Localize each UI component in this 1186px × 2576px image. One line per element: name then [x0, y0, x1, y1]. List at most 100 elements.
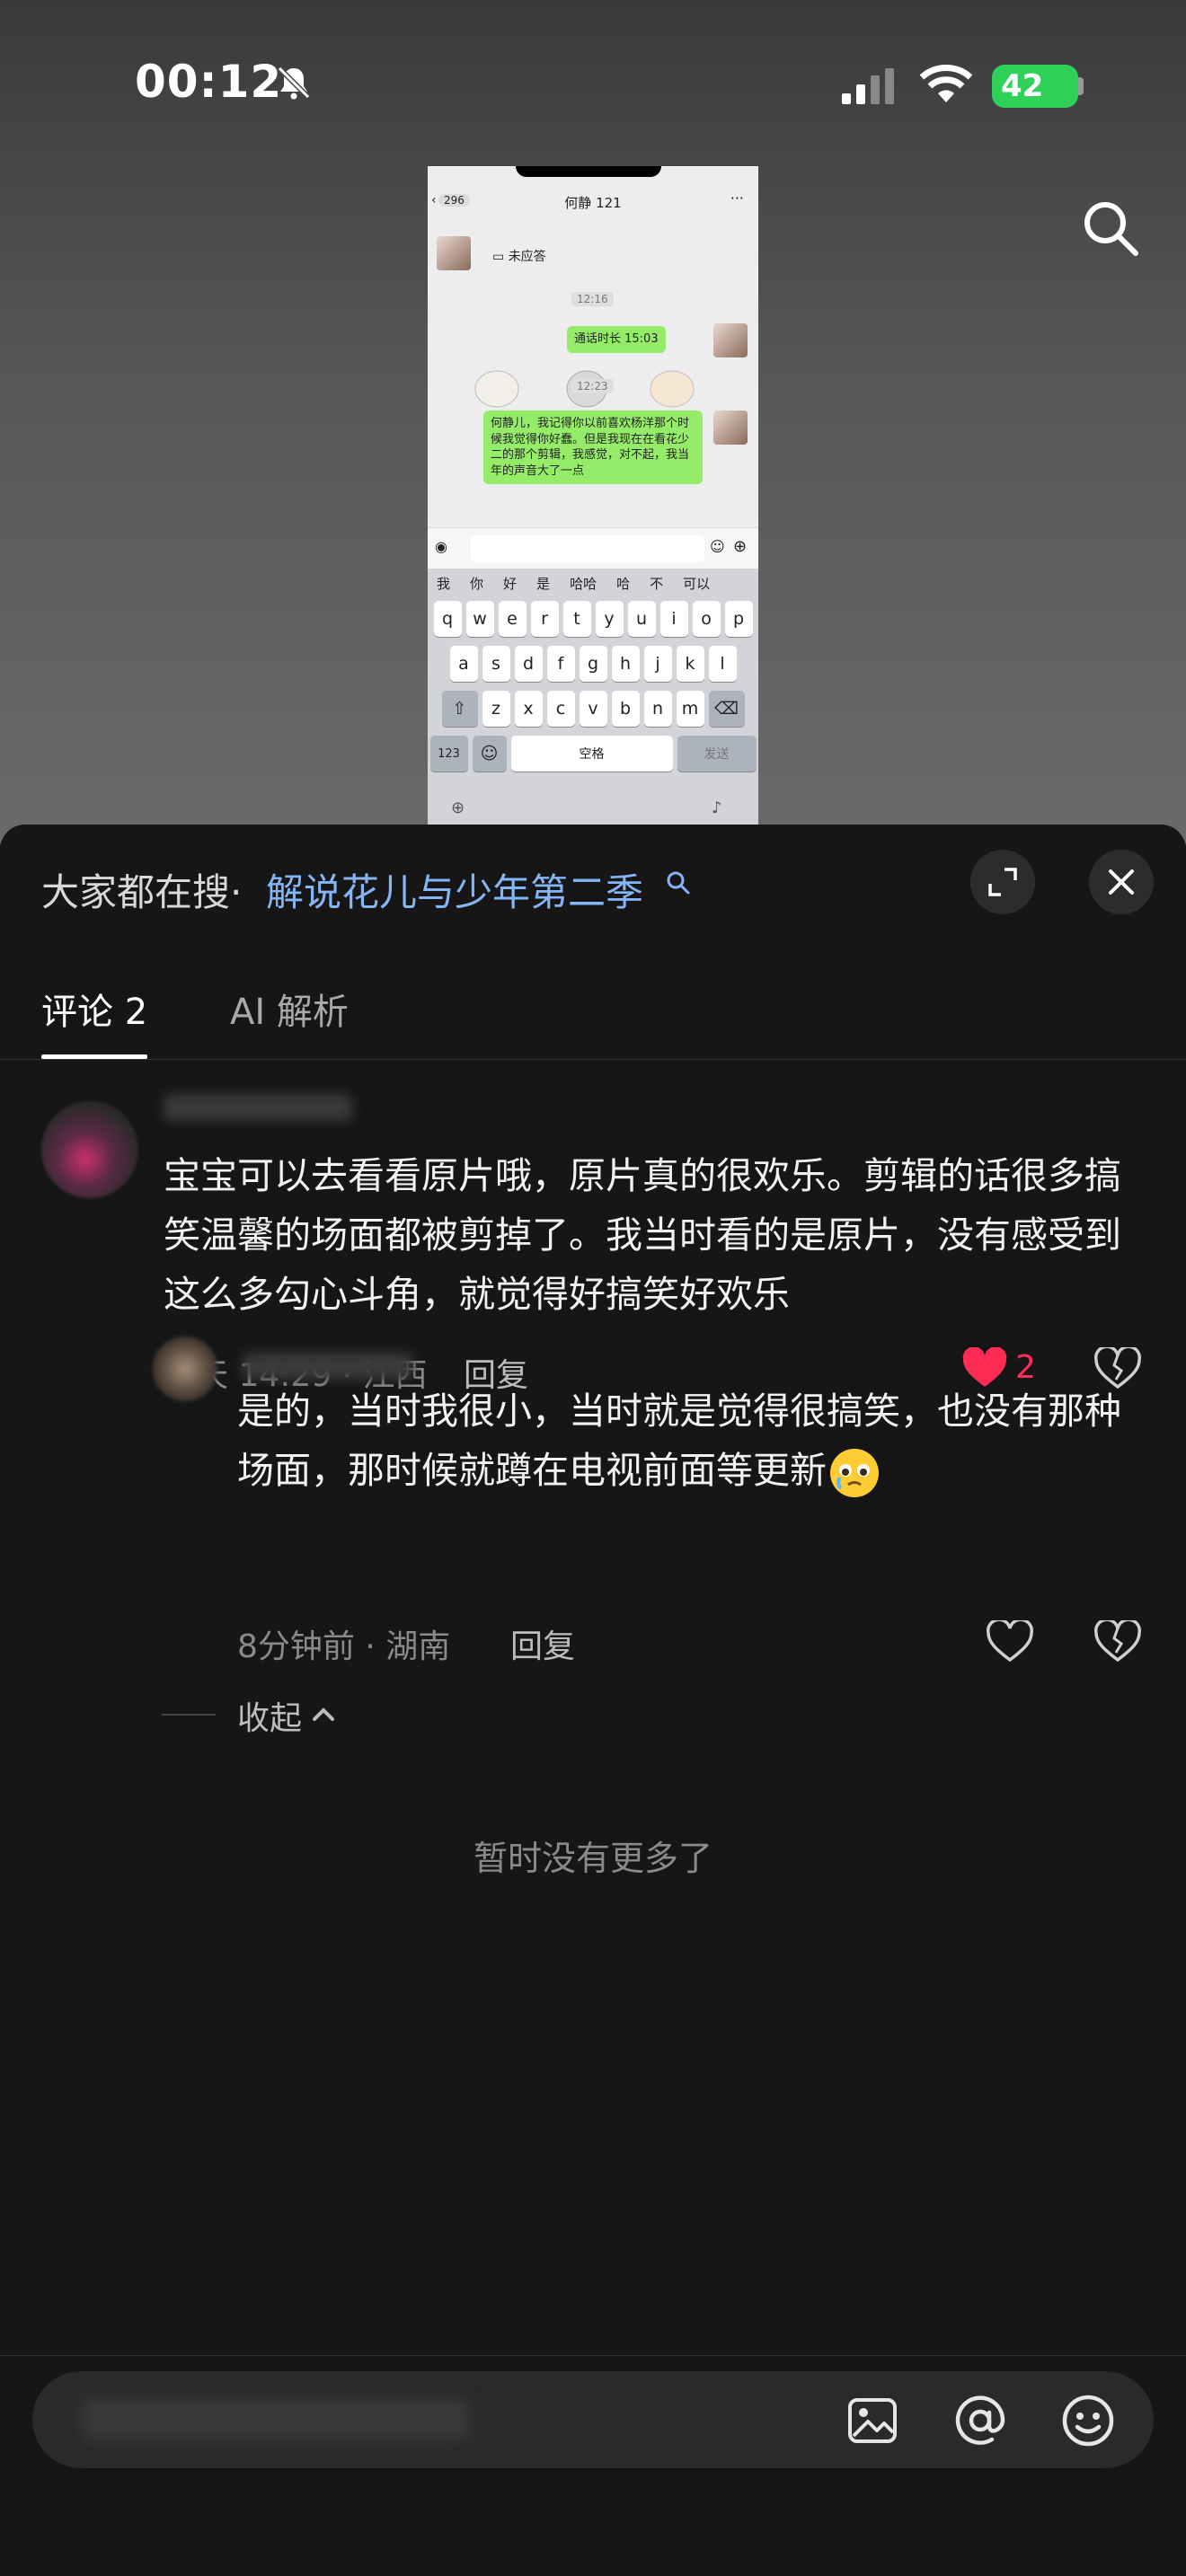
- key: a: [449, 646, 478, 682]
- expand-icon: [988, 868, 1017, 896]
- suggestion: 哈: [616, 575, 631, 592]
- emoji-icon[interactable]: [1060, 2393, 1116, 2448]
- close-button[interactable]: [1089, 850, 1154, 914]
- reply-reply-button[interactable]: 回复: [510, 1620, 575, 1667]
- key: g: [579, 646, 607, 682]
- embedded-chat-screenshot: ‹ 296 何静 121 ··· ▭ 未应答 12:16 通话时长 15:03 …: [428, 166, 758, 826]
- trending-search-prefix: 大家都在搜·: [41, 870, 243, 914]
- expand-button[interactable]: [970, 850, 1035, 914]
- message-bubble: 何静儿，我记得你以前喜欢杨洋那个时候我觉得你好蠢。但是我现在在看花少二的那个剪辑…: [483, 410, 703, 485]
- reply-text-content: 是的，当时我很小，当时就是觉得很搞笑，也没有那种场面，那时候就蹲在电视前面等更新: [237, 1389, 1121, 1492]
- missed-call-text: 未应答: [508, 250, 546, 264]
- wifi-icon: [919, 65, 973, 102]
- broken-heart-icon[interactable]: [1094, 1620, 1141, 1663]
- key: l: [708, 646, 737, 682]
- status-time: 00:12: [135, 56, 283, 108]
- key: s: [482, 646, 510, 682]
- self-avatar: [713, 323, 748, 357]
- key: n: [643, 691, 672, 727]
- key-row-4: 123 ☺ 空格 发送: [428, 736, 758, 772]
- suggestion: 可以: [683, 575, 711, 592]
- delete-key-icon: ⌫: [708, 691, 745, 727]
- replier-name-blurred[interactable]: [243, 1353, 413, 1380]
- comment-sheet: 大家都在搜· 解说花儿与少年第二季 评论 2 AI 解析 宝宝可以去看看原片哦，…: [0, 825, 1186, 2576]
- more-icon: ···: [730, 190, 744, 207]
- chat-nav-bar: ‹ 296 何静 121 ···: [428, 182, 758, 218]
- chevron-up-icon[interactable]: [309, 1699, 338, 1728]
- commenter-name-blurred[interactable]: [164, 1094, 352, 1121]
- key-row-3: ⇧ z x c v b n m ⌫: [428, 691, 758, 727]
- key-row-2: a s d f g h j k l: [428, 646, 758, 682]
- at-mention-icon[interactable]: [952, 2393, 1008, 2448]
- replier-avatar[interactable]: [153, 1337, 217, 1401]
- comment-input[interactable]: [32, 2371, 1154, 2468]
- globe-icon: ⊕: [451, 798, 465, 817]
- voice-icon: ◉: [435, 538, 447, 555]
- battery-level: 42: [1001, 68, 1044, 104]
- send-key: 发送: [677, 736, 757, 772]
- suggestion: 不: [650, 575, 664, 592]
- plus-icon: ⊕: [733, 537, 748, 556]
- space-key: 空格: [510, 736, 673, 772]
- key: z: [482, 691, 510, 727]
- key: o: [692, 601, 721, 637]
- heart-outline-icon[interactable]: [987, 1620, 1033, 1663]
- key-123: 123: [429, 736, 468, 772]
- bell-muted-icon: [277, 66, 311, 100]
- self-avatar-2: [713, 410, 748, 445]
- collapse-replies-button[interactable]: 收起: [237, 1692, 302, 1739]
- keyboard-suggestions: 我 你 好 是 哈哈 哈 不 可以: [428, 569, 758, 597]
- no-more-comments: 暂时没有更多了: [473, 1839, 712, 1878]
- emoji-key-icon: ☺: [472, 736, 507, 772]
- key: m: [676, 691, 704, 727]
- key: r: [530, 601, 559, 637]
- comment-text: 宝宝可以去看看原片哦，原片真的很欢乐。剪辑的话很多搞笑温馨的场面都被剪掉了。我当…: [164, 1154, 1121, 1316]
- call-duration-bubble: 通话时长 15:03: [567, 326, 666, 353]
- key: b: [611, 691, 640, 727]
- battery-cap: [1078, 77, 1084, 95]
- commenter-avatar[interactable]: [41, 1101, 138, 1198]
- suggestion: 好: [503, 575, 518, 592]
- key: t: [562, 601, 591, 637]
- key: u: [627, 601, 656, 637]
- tab-comments[interactable]: 评论 2: [41, 983, 147, 1035]
- key: y: [595, 601, 624, 637]
- timestamp-1: 12:16: [571, 292, 614, 306]
- chat-text-box: [471, 535, 704, 562]
- battery-indicator: 42: [992, 65, 1078, 108]
- collapse-divider: [162, 1714, 216, 1716]
- tab-ai-analysis[interactable]: AI 解析: [230, 983, 349, 1035]
- trending-search-link[interactable]: 解说花儿与少年第二季: [266, 862, 643, 917]
- pleading-face-emoji-icon: [830, 1449, 879, 1497]
- missed-call-label: ▭ 未应答: [492, 250, 546, 264]
- like-count: 2: [1015, 1349, 1036, 1386]
- key: p: [724, 601, 753, 637]
- video-preview-area: 00:12 42 ‹ 296 何静 121 ··· ▭ 未应答 12:16 通话…: [0, 0, 1186, 844]
- key: d: [514, 646, 543, 682]
- contact-avatar: [437, 236, 471, 270]
- cellular-signal-icon: [842, 68, 894, 104]
- chat-input-bar: ◉ ☺ ⊕: [428, 527, 758, 569]
- timestamp-2: 12:23: [571, 379, 614, 393]
- key: v: [579, 691, 607, 727]
- key: f: [546, 646, 575, 682]
- suggestion: 你: [470, 575, 484, 592]
- key-row-1: q w e r t y u i o p: [428, 601, 758, 637]
- tabs-divider: [0, 1059, 1186, 1060]
- reply-meta: 8分钟前 · 湖南: [237, 1628, 451, 1665]
- suggestion: 我: [437, 575, 451, 592]
- search-icon[interactable]: [1078, 196, 1143, 260]
- key: e: [498, 601, 527, 637]
- shift-key-icon: ⇧: [441, 691, 478, 727]
- close-icon: [1109, 869, 1134, 895]
- image-icon[interactable]: [846, 2395, 898, 2447]
- suggestion: 哈哈: [570, 575, 597, 592]
- small-search-icon[interactable]: [665, 869, 692, 896]
- keyboard: 我 你 好 是 哈哈 哈 不 可以 q w e r t y u i o p a …: [428, 569, 758, 826]
- phone-notch: [516, 166, 661, 177]
- key: w: [465, 601, 494, 637]
- mic-icon: ♪: [712, 798, 722, 817]
- chat-title: 何静 121: [564, 195, 622, 211]
- key: c: [546, 691, 575, 727]
- key: h: [611, 646, 640, 682]
